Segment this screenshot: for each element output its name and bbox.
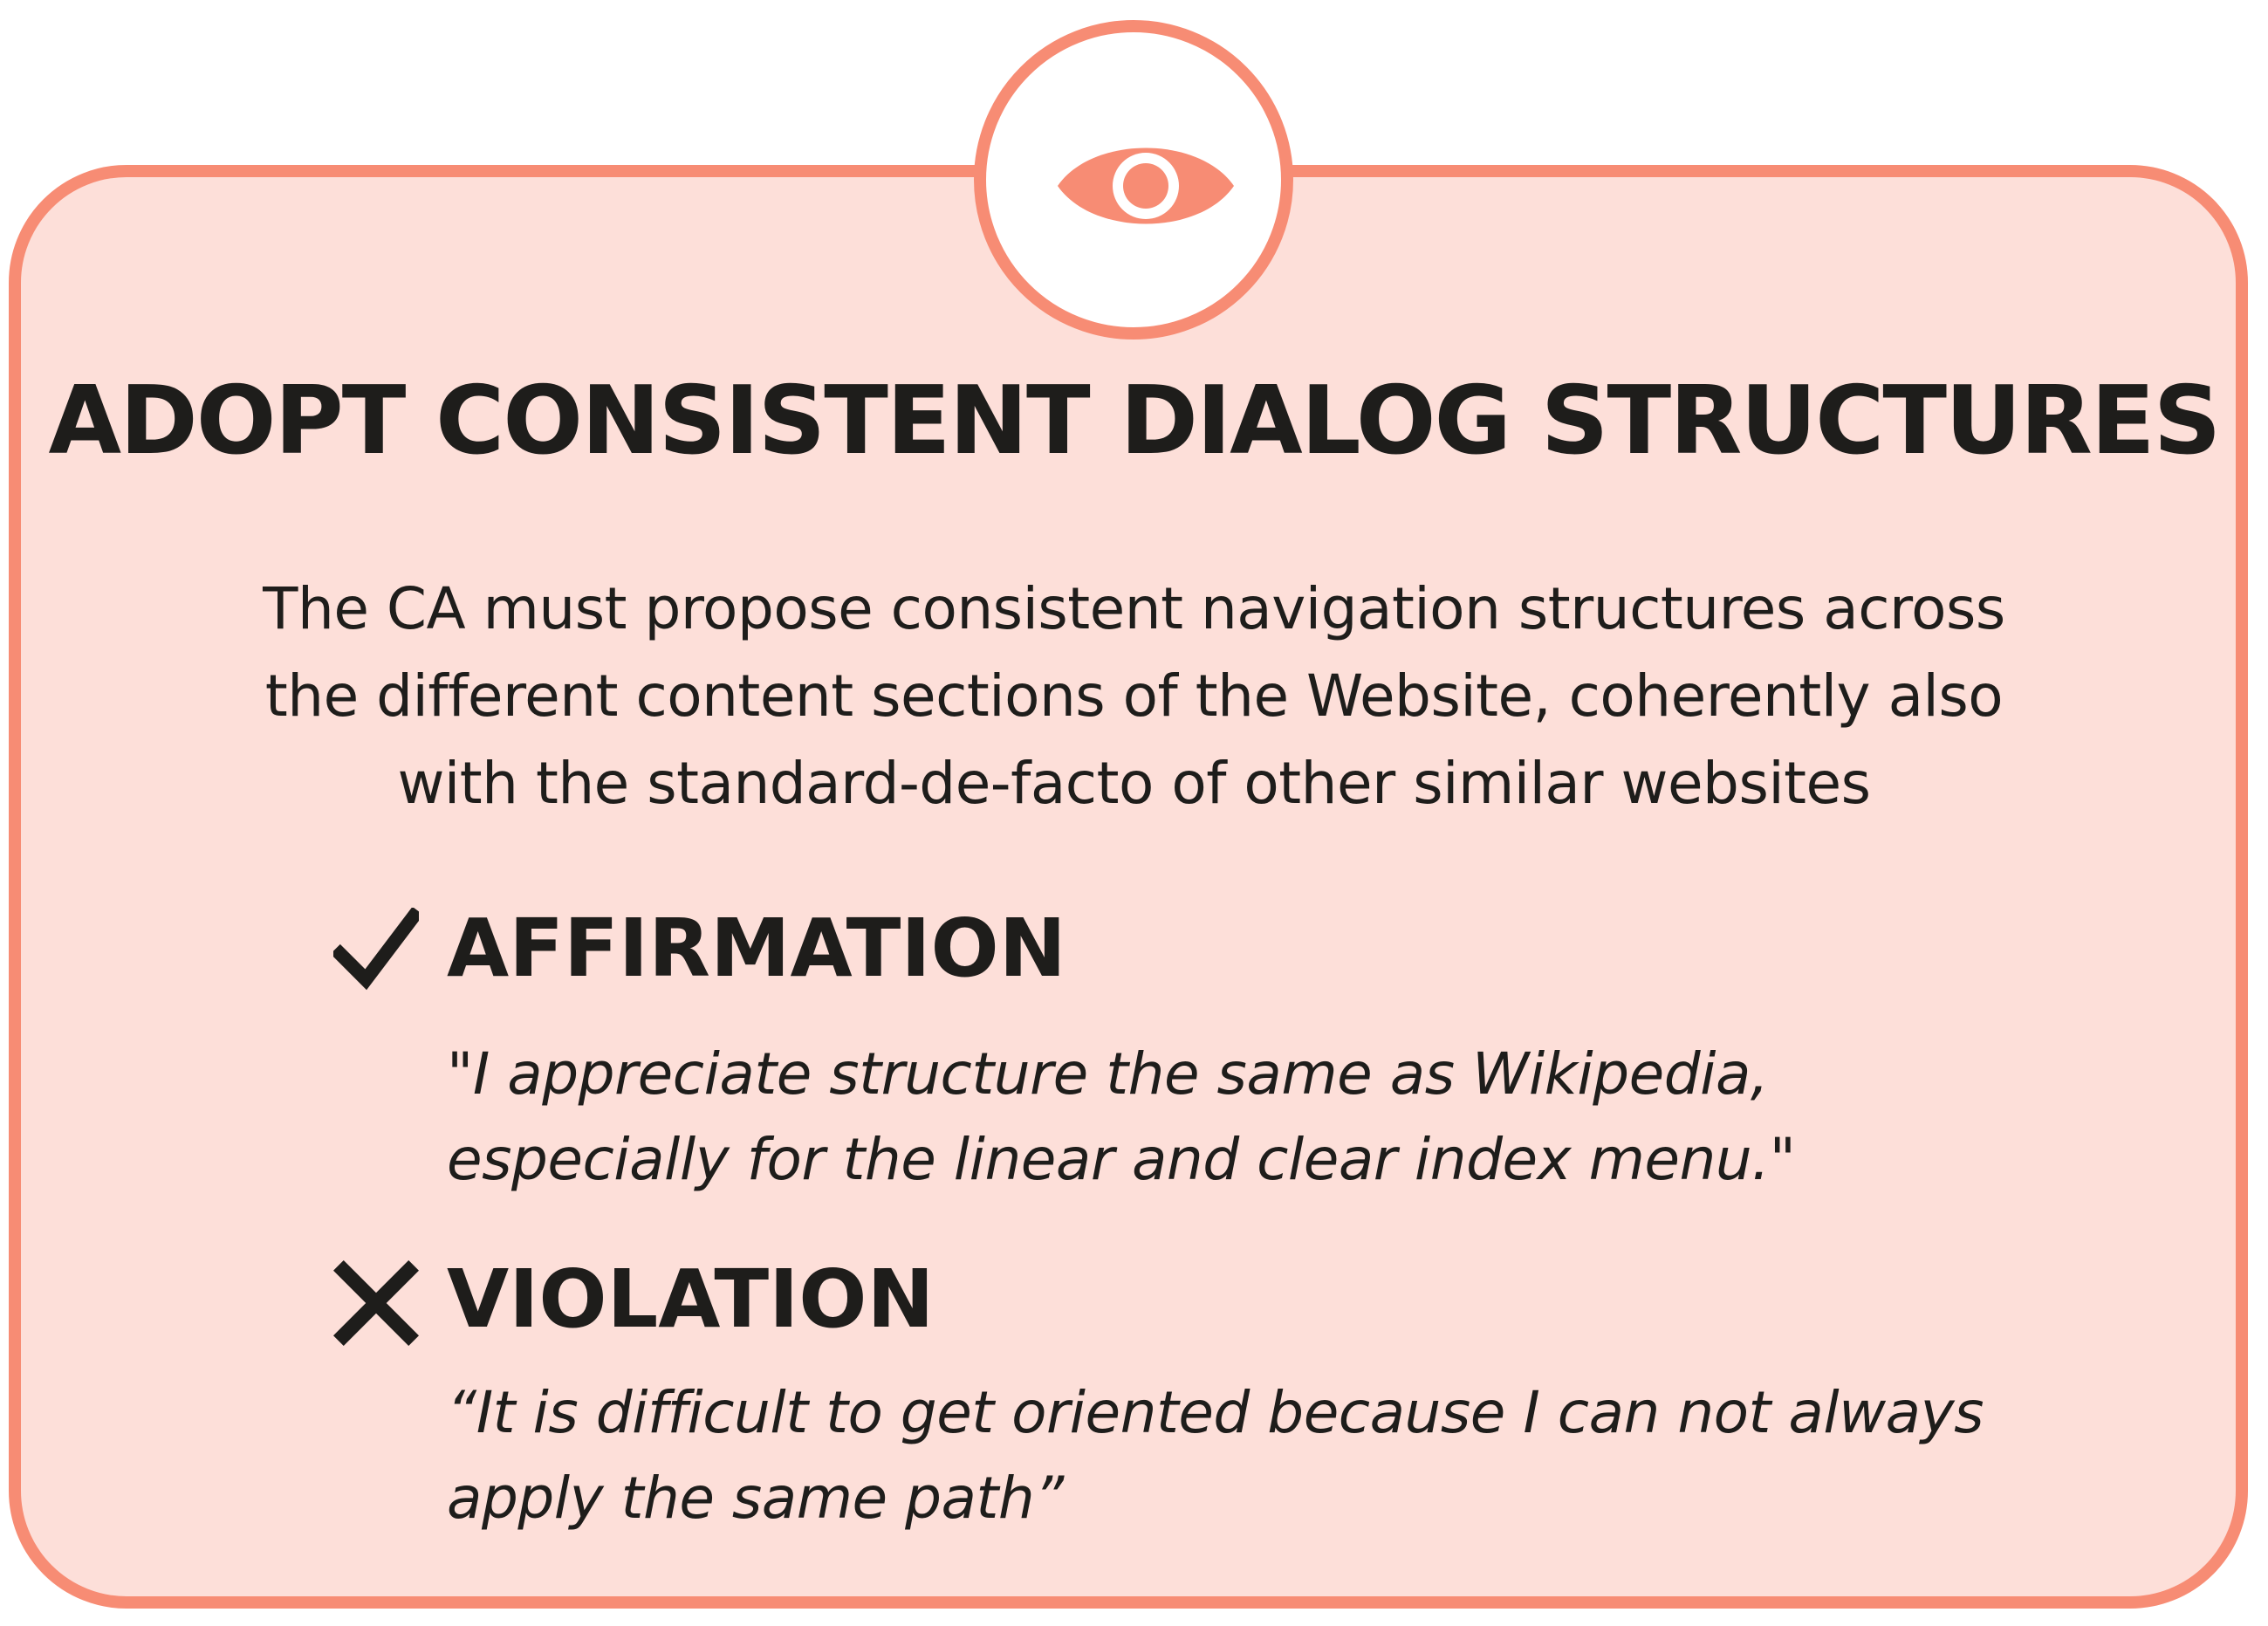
affirmation-quote: "I appreciate structure the same as Wiki… bbox=[447, 1032, 1796, 1203]
cross-icon bbox=[333, 1260, 419, 1346]
eye-icon bbox=[1058, 148, 1234, 224]
guideline-description: The CA must propose consistent navigatio… bbox=[131, 566, 2137, 827]
description-line: with the standard-de-facto of other simi… bbox=[397, 750, 1871, 817]
icon-badge bbox=[974, 20, 1293, 340]
guideline-title: ADOPT CONSISTENT DIALOG STRUCTURES bbox=[48, 367, 2222, 476]
description-line: The CA must propose consistent navigatio… bbox=[263, 575, 2005, 642]
quote-line: apply the same path” bbox=[447, 1465, 1064, 1532]
quote-line: especially for the linear and clear inde… bbox=[447, 1126, 1796, 1193]
violation-heading: VIOLATION bbox=[447, 1252, 935, 1346]
quote-line: "I appreciate structure the same as Wiki… bbox=[447, 1040, 1769, 1108]
affirmation-heading: AFFIRMATION bbox=[447, 902, 1066, 995]
quote-line: “It is difficult to get oriented because… bbox=[447, 1379, 1984, 1446]
checkmark-icon bbox=[333, 908, 419, 991]
description-line: the different content sections of the We… bbox=[264, 662, 2004, 730]
violation-quote: “It is difficult to get oriented because… bbox=[447, 1370, 1984, 1541]
